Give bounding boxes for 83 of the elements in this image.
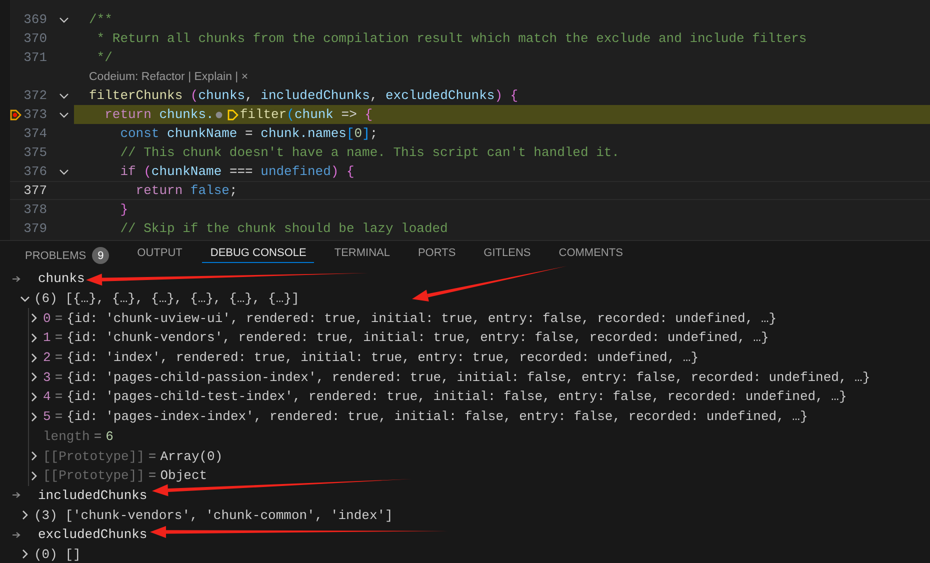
property-value: {id: 'chunk-uview-ui', rendered: true, initial: true, entry: false, recorded: undefined, …} — [66, 310, 777, 326]
line-number: 378 — [22, 202, 47, 217]
line-number: 376 — [22, 164, 47, 179]
property-value: {id: 'pages-index-index', rendered: true, initial: false, entry: false, recorded: undefined, …} — [66, 409, 808, 424]
property-key[interactable]: [[Prototype]] — [43, 468, 144, 484]
equals-sign: = — [54, 389, 63, 404]
arrow-right-icon — [12, 274, 21, 283]
code-line: return false; — [134, 183, 238, 198]
property-key[interactable]: [[Prototype]] — [43, 448, 144, 464]
inline-breakpoint-dot-icon[interactable] — [214, 110, 223, 118]
property-key[interactable]: 3 — [43, 370, 51, 385]
panel-tab[interactable]: PROBLEMS 9 — [17, 243, 118, 268]
code-line: */ — [96, 50, 112, 65]
property-value: {id: 'pages-child-passion-index', rendered: true, initial: false, entry: false, recorded: undefined, …} — [66, 370, 870, 385]
line-number: 369 — [22, 12, 47, 27]
panel-tab[interactable]: OUTPUT — [129, 243, 190, 263]
equals-sign: = — [54, 330, 63, 346]
line-number: 370 — [22, 31, 47, 46]
property-value: Object — [160, 468, 208, 484]
panel-tab[interactable]: PORTS — [410, 243, 464, 263]
chevron-right-icon[interactable] — [29, 313, 39, 324]
line-number: 371 — [22, 50, 47, 65]
codelens-text[interactable]: Codeium: Refactor | Explain | × — [89, 70, 248, 82]
chevron-down-icon[interactable] — [20, 294, 30, 304]
panel-tab[interactable]: COMMENTS — [550, 243, 631, 263]
line-number: 377 — [22, 183, 47, 198]
equals-sign: = — [54, 409, 63, 424]
chevron-right-icon[interactable] — [29, 372, 39, 382]
console-value[interactable]: (0) [] — [34, 546, 81, 562]
line-number: 379 — [22, 221, 47, 236]
code-line: // Skip if the chunk should be lazy loaded — [119, 221, 448, 236]
property-key[interactable]: 2 — [43, 350, 51, 366]
property-key[interactable]: 1 — [43, 330, 51, 346]
property-value: 6 — [106, 428, 114, 444]
line-number: 375 — [22, 145, 47, 160]
chevron-right-icon[interactable] — [29, 352, 39, 363]
code-line: /** — [89, 12, 112, 27]
equals-sign: = — [54, 350, 63, 366]
chevron-right-icon[interactable] — [29, 451, 39, 462]
console-value[interactable]: (3) ['chunk-vendors', 'chunk-common', 'index'] — [34, 508, 393, 523]
property-value: {id: 'index', rendered: true, initial: true, entry: true, recorded: undefined, …} — [66, 350, 699, 366]
equals-sign: = — [54, 370, 63, 385]
chevron-right-icon[interactable] — [29, 392, 39, 402]
chevron-right-icon[interactable] — [29, 332, 39, 343]
code-line: return chunks. filter(chunk => { — [104, 107, 373, 122]
line-number: 373 — [22, 107, 47, 122]
chevron-right-icon[interactable] — [20, 510, 30, 520]
stack-frame-icon — [226, 108, 239, 120]
property-value: {id: 'pages-child-test-index', rendered: true, initial: false, entry: false, recorded: undefined, …} — [66, 389, 847, 404]
code-line: } — [119, 202, 128, 217]
chevron-right-icon[interactable] — [29, 470, 39, 481]
property-key[interactable]: 5 — [43, 409, 51, 424]
console-value[interactable]: (6) [{…}, {…}, {…}, {…}, {…}, {…}] — [34, 291, 300, 306]
code-line: if (chunkName === undefined) { — [119, 164, 354, 179]
console-input-text: excludedChunks — [38, 527, 148, 542]
equals-sign: = — [54, 310, 63, 326]
arrow-right-icon — [12, 491, 21, 500]
panel-tab[interactable]: GITLENS — [476, 243, 539, 263]
equals-sign: = — [94, 428, 102, 444]
property-key[interactable]: 4 — [43, 389, 51, 404]
fold-chevron-icon[interactable] — [59, 166, 69, 176]
panel-tab[interactable]: TERMINAL — [326, 243, 398, 263]
chevron-right-icon[interactable] — [29, 412, 39, 422]
property-key[interactable]: 0 — [43, 310, 51, 326]
property-value: Array(0) — [160, 448, 223, 464]
chevron-right-icon[interactable] — [20, 549, 30, 560]
equals-sign: = — [148, 468, 156, 484]
panel-tab[interactable]: DEBUG CONSOLE — [202, 243, 314, 263]
code-line: const chunkName = chunk.names[0]; — [119, 126, 378, 141]
property-value: {id: 'chunk-vendors', rendered: true, initial: true, entry: false, recorded: undefined, …} — [66, 330, 769, 346]
fold-chevron-icon[interactable] — [59, 14, 69, 24]
line-number: 374 — [22, 126, 47, 141]
count-badge: 9 — [92, 247, 110, 264]
property-key: length — [43, 428, 90, 444]
code-line: * Return all chunks from the compilation result which match the exclude and include filters — [96, 31, 807, 46]
line-number: 372 — [22, 88, 47, 103]
code-line: // This chunk doesn't have a name. This script can't handled it. — [119, 145, 620, 160]
equals-sign: = — [148, 448, 156, 464]
code-line: filterChunks (chunks, includedChunks, excludedChunks) { — [89, 88, 518, 103]
paused-breakpoint-icon — [10, 108, 22, 120]
console-input-text: chunks — [38, 271, 85, 286]
arrow-right-icon — [12, 530, 21, 539]
console-input-text: includedChunks — [38, 488, 148, 503]
